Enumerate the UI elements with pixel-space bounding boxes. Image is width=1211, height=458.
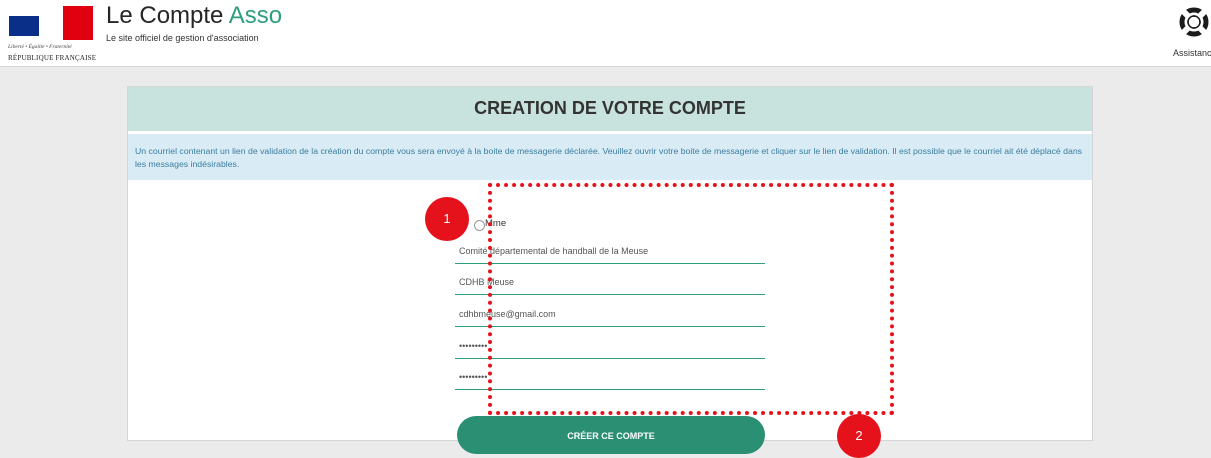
- validation-notice: Un courriel contenant un lien de validat…: [128, 134, 1092, 180]
- marianne-flag-icon: [9, 6, 95, 40]
- lifebuoy-icon: [1179, 7, 1209, 37]
- site-title-accent: Asso: [228, 2, 283, 29]
- site-title[interactable]: Le Compte Asso: [106, 2, 282, 30]
- civility-radio-mme[interactable]: [474, 220, 485, 231]
- logo-country: RÉPUBLIQUE FRANÇAISE: [8, 54, 97, 62]
- site-title-main: Le Compte: [106, 2, 229, 29]
- logo-devise: Liberté • Égalité • Fraternité: [8, 44, 72, 50]
- annotation-highlight-box: [488, 183, 894, 415]
- republique-francaise-logo[interactable]: Liberté • Égalité • Fraternité RÉPUBLIQU…: [8, 6, 98, 62]
- annotation-badge-1: 1: [425, 197, 469, 241]
- site-header: Liberté • Égalité • Fraternité RÉPUBLIQU…: [0, 0, 1211, 67]
- assistance-button[interactable]: Assistance: [1173, 6, 1211, 58]
- site-subtitle: Le site officiel de gestion d'associatio…: [106, 33, 259, 43]
- card-header: CREATION DE VOTRE COMPTE: [128, 87, 1092, 134]
- annotation-badge-2: 2: [837, 414, 881, 458]
- assistance-label: Assistance: [1173, 48, 1211, 58]
- page-title: CREATION DE VOTRE COMPTE: [474, 98, 746, 118]
- notice-text: Un courriel contenant un lien de validat…: [135, 146, 1083, 169]
- create-account-button[interactable]: CRÉER CE COMPTE: [457, 416, 765, 454]
